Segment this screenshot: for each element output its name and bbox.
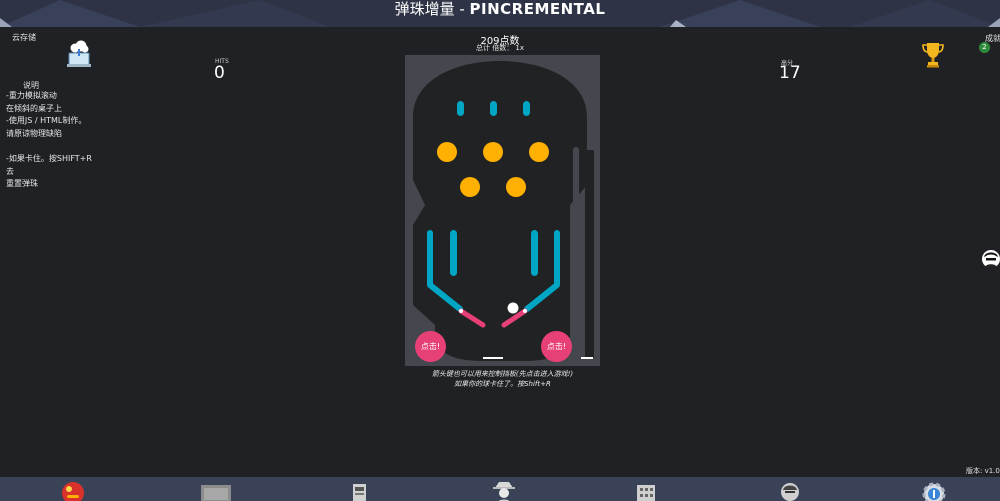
instructions-text: -重力模拟滚动 在倾斜的桌子上 -使用JS / HTML制作。 请原谅物理缺陷 … <box>6 90 92 191</box>
bumper <box>506 177 526 197</box>
page-title: 弹珠增量 - PINCREMENTAL <box>394 0 606 18</box>
hits-value: 0 <box>214 63 225 83</box>
settings-icon[interactable] <box>920 480 948 501</box>
bottom-nav-bar <box>0 477 1000 501</box>
instruction-line: 去 <box>6 166 14 176</box>
top-rail <box>523 101 530 116</box>
bumper <box>437 142 457 162</box>
instruction-line: -使用JS / HTML制作。 <box>6 116 87 126</box>
pinball-playfield <box>413 61 594 361</box>
app-header: 弹珠增量 - PINCREMENTAL <box>0 0 1000 27</box>
plunger-lane <box>585 150 594 358</box>
ticket-icon[interactable] <box>200 480 232 501</box>
pinball-ball <box>507 302 519 314</box>
instruction-line: -重力模拟滚动 <box>6 91 57 100</box>
inner-rail <box>531 230 538 276</box>
machine-icon[interactable] <box>352 480 380 501</box>
left-flipper-button[interactable]: 点击! <box>415 331 446 362</box>
achievements-count-badge: 2 <box>979 42 990 53</box>
pinball-table[interactable]: 点击! 点击! <box>405 55 600 366</box>
playfield <box>413 61 587 361</box>
launch-lane-wall <box>573 147 579 357</box>
instruction-line: -如果卡住。按SHIFT+R <box>6 153 92 163</box>
high-score-value: 17 <box>779 63 801 83</box>
cloud-save-label: 云存储 <box>12 33 36 42</box>
trophy-icon[interactable] <box>922 41 944 69</box>
instruction-line: 请原谅物理缺陷 <box>6 128 62 138</box>
agent-icon[interactable] <box>778 480 806 501</box>
instruction-line: 在倾斜的桌子上 <box>6 103 62 113</box>
instruction-line: 重置弹珠 <box>6 179 38 189</box>
bumper <box>460 177 480 197</box>
detective-icon[interactable] <box>492 480 520 501</box>
reset-hint: 如果你的球卡住了。按Shift+R <box>454 380 551 388</box>
building-icon[interactable] <box>634 480 662 501</box>
multiplier-text: 总计 倍数： 1x <box>475 44 525 52</box>
version-label: 版本: v1.08 <box>966 467 1000 475</box>
right-flipper-button[interactable]: 点击! <box>541 331 572 362</box>
controls-hint: 箭头键也可以用来控制挡板(先点击进入游戏!) <box>431 370 574 378</box>
agent-avatar-icon[interactable] <box>981 249 1000 269</box>
top-rail <box>457 101 464 116</box>
bumper <box>483 142 503 162</box>
inner-rail <box>450 230 457 276</box>
cloud-save-icon[interactable] <box>66 40 92 68</box>
instruction-line <box>6 140 92 153</box>
bumper <box>529 142 549 162</box>
top-rail <box>490 101 497 116</box>
pinball-icon[interactable] <box>60 480 88 501</box>
